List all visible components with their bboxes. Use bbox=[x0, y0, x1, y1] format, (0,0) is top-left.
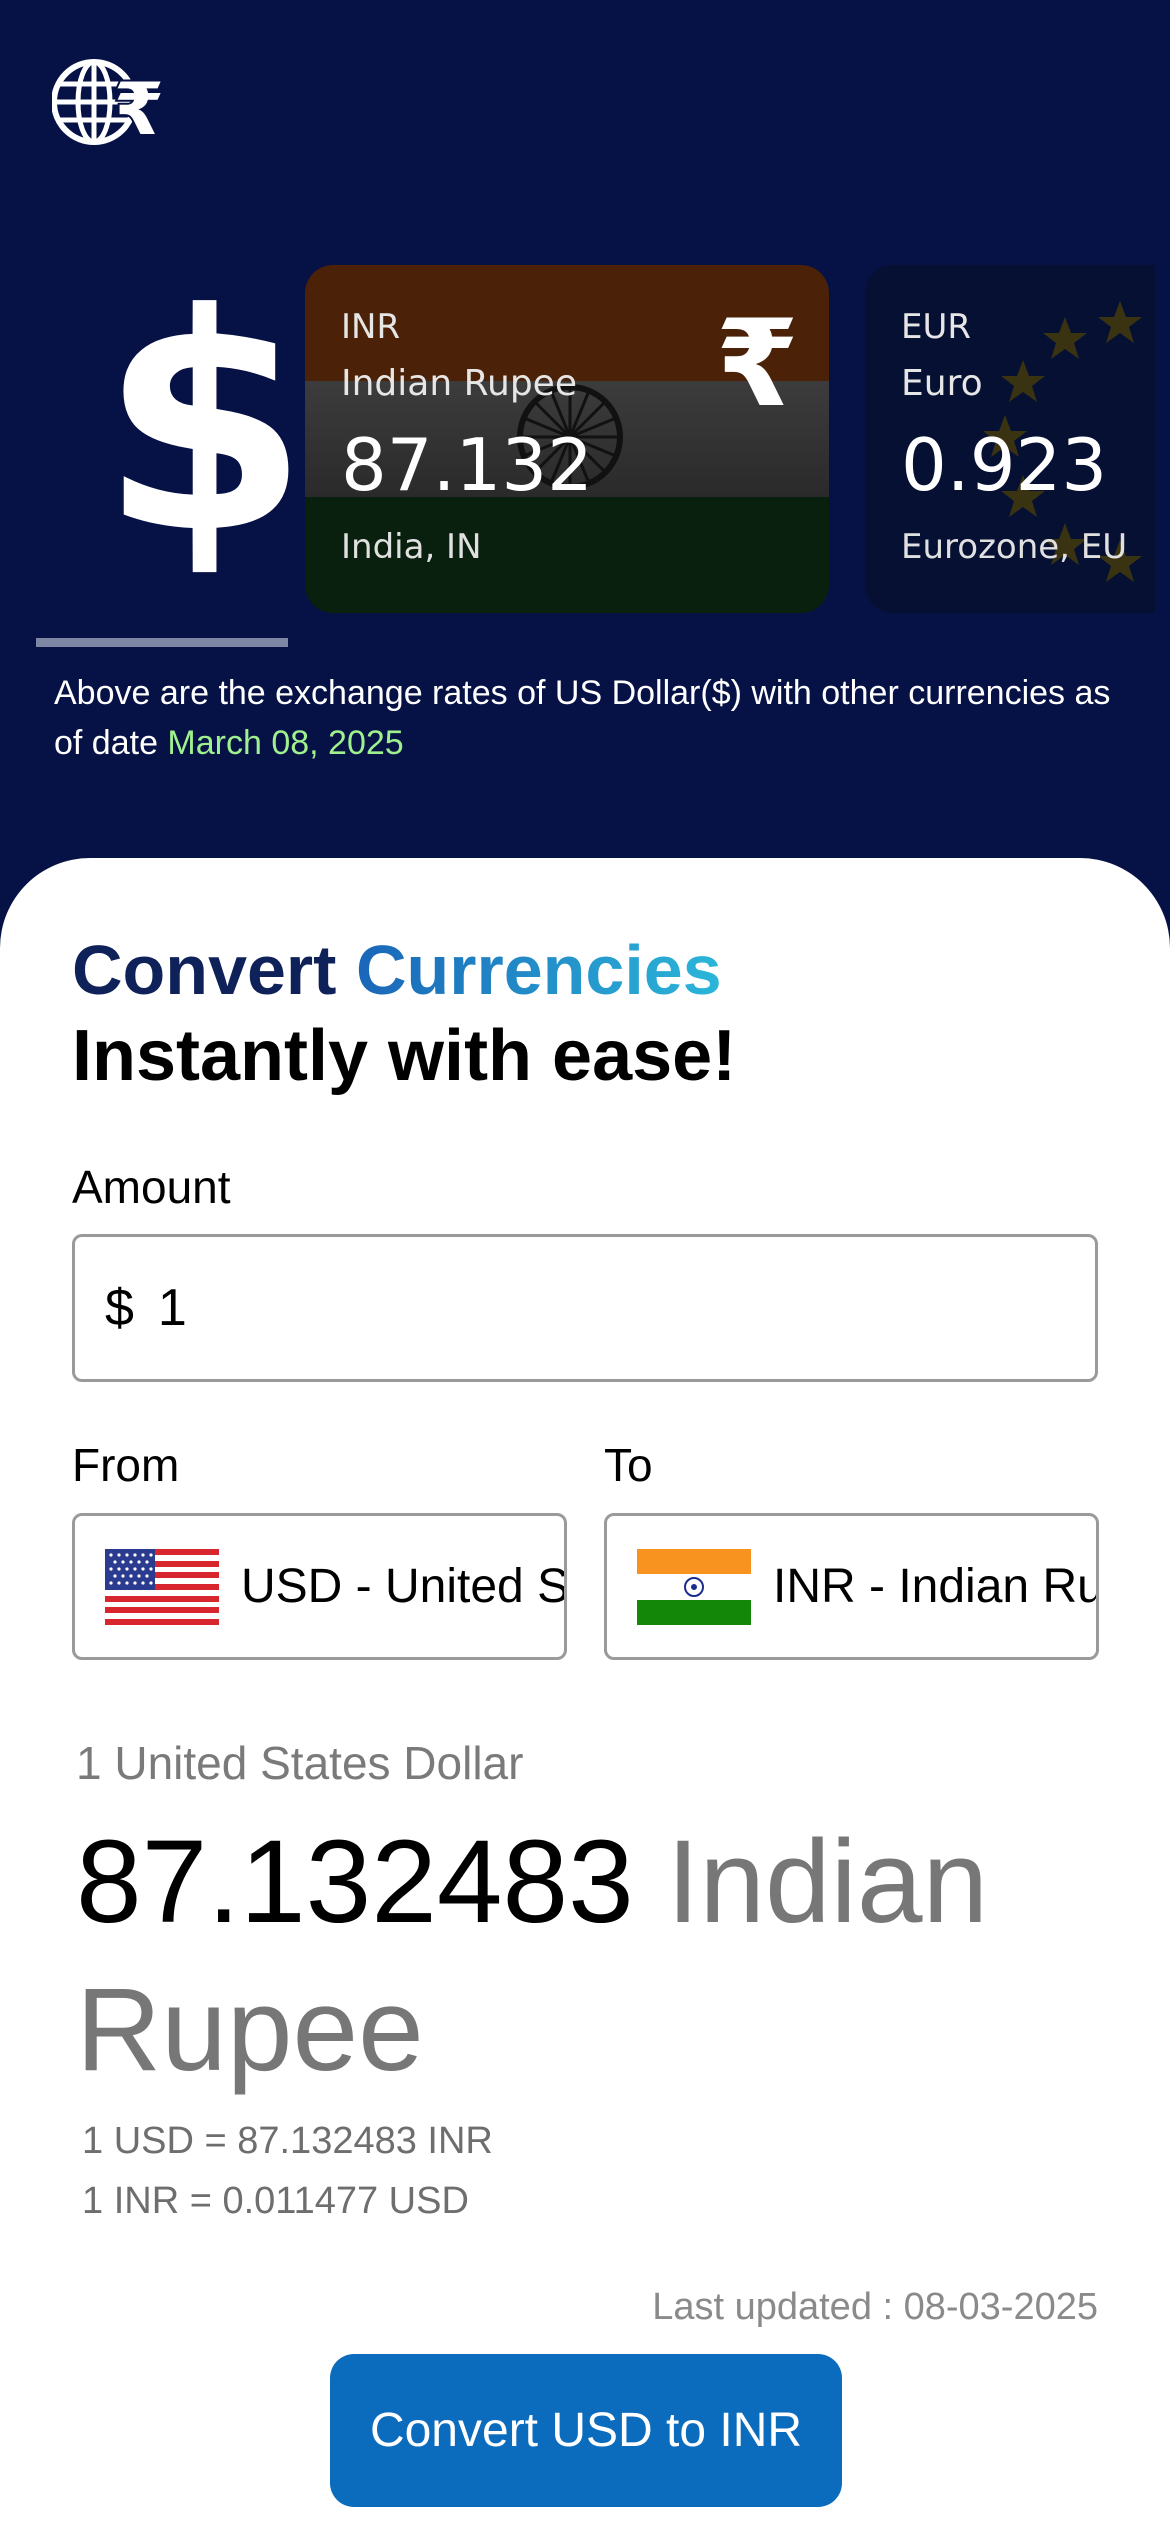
card-region: India, IN bbox=[341, 527, 482, 567]
card-currency-code: EUR bbox=[901, 307, 971, 347]
india-flag-icon bbox=[637, 1548, 751, 1625]
us-flag-icon bbox=[105, 1548, 219, 1625]
carousel-scroll-indicator[interactable] bbox=[36, 638, 288, 647]
card-currency-code: INR bbox=[341, 307, 401, 347]
result-from-text: 1 United States Dollar bbox=[76, 1737, 524, 1789]
result-number: 87.132483 bbox=[76, 1816, 634, 1948]
card-rate: 0.923 bbox=[901, 423, 1108, 507]
from-currency-value: USD - United States Dollar bbox=[241, 1560, 567, 1613]
exchange-rate-note: Above are the exchange rates of US Dolla… bbox=[54, 668, 1114, 768]
converter-headline: Convert Currencies Instantly with ease! bbox=[72, 928, 736, 1100]
result-amount: 87.132483 Indian Rupee bbox=[76, 1808, 1106, 2104]
amount-field[interactable]: $ bbox=[72, 1234, 1098, 1382]
rate-card-eur[interactable]: EUR Euro 0.923 Eurozone, EU bbox=[865, 265, 1155, 613]
from-label: From bbox=[72, 1439, 180, 1491]
headline-part2: Currencies bbox=[355, 931, 722, 1009]
convert-button[interactable]: Convert USD to INR bbox=[330, 2354, 842, 2507]
dollar-icon: $ bbox=[100, 250, 309, 599]
converter-panel: Convert Currencies Instantly with ease! … bbox=[0, 858, 1170, 2532]
amount-input[interactable] bbox=[157, 1278, 958, 1338]
card-currency-name: Indian Rupee bbox=[341, 363, 577, 404]
from-currency-select[interactable]: USD - United States Dollar bbox=[72, 1513, 567, 1660]
headline-line2: Instantly with ease! bbox=[72, 1016, 737, 1096]
amount-currency-symbol: $ bbox=[105, 1279, 134, 1337]
last-updated: Last updated : 08-03-2025 bbox=[652, 2286, 1098, 2328]
to-label: To bbox=[604, 1439, 653, 1491]
amount-label: Amount bbox=[72, 1161, 231, 1213]
globe-rupee-icon: ₹ bbox=[52, 59, 166, 150]
svg-text:₹: ₹ bbox=[114, 67, 164, 150]
rate-card-inr[interactable]: INR Indian Rupee 87.132 India, IN ₹ bbox=[305, 265, 829, 613]
headline-part1: Convert bbox=[72, 931, 337, 1009]
card-currency-name: Euro bbox=[901, 363, 983, 404]
card-region: Eurozone, EU bbox=[901, 527, 1128, 567]
note-date: March 08, 2025 bbox=[167, 724, 404, 762]
card-rate: 87.132 bbox=[341, 423, 593, 507]
to-currency-select[interactable]: INR - Indian Rupee bbox=[604, 1513, 1099, 1660]
rate-line-inverse: 1 INR = 0.011477 USD bbox=[82, 2180, 469, 2222]
rate-line-forward: 1 USD = 87.132483 INR bbox=[82, 2120, 493, 2162]
rupee-icon: ₹ bbox=[715, 295, 800, 434]
to-currency-value: INR - Indian Rupee bbox=[773, 1560, 1099, 1613]
